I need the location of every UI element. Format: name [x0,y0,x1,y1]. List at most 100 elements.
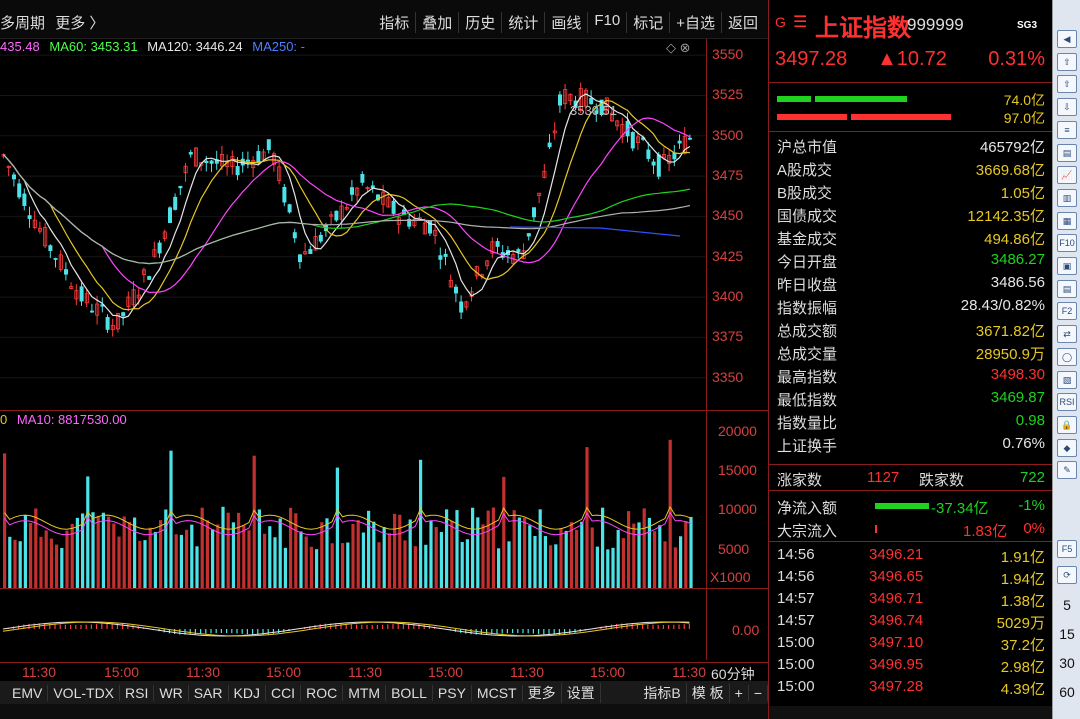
volume-bar [65,530,69,589]
volume-bar [684,520,688,589]
volume-chart[interactable]: 0 MA10: 8817530.00 20000 15000 10000 5000 X… [0,410,768,589]
fold-icon[interactable]: ◀ [1057,30,1077,48]
f5-icon[interactable]: F5 [1057,540,1077,558]
volume-bar [533,535,537,589]
indicator-tab[interactable]: MCST [472,684,523,701]
indicator-tab[interactable]: KDJ [229,684,266,701]
bottom-control-button[interactable]: 模 板 [687,682,730,703]
line-chart-icon[interactable]: 📈 [1057,166,1077,185]
candle-body [105,317,110,330]
arrow-up-icon[interactable]: ⇧ [1057,52,1077,71]
indicator-tab[interactable]: SAR [189,684,229,701]
bottom-control-button[interactable]: 指标B [638,682,687,703]
toolbar-button[interactable]: F10 [587,12,626,33]
table-icon[interactable]: ▦ [1057,211,1077,230]
indicator-tab[interactable]: ROC [301,684,344,701]
price-chart[interactable]: 435.48 MA60: 3453.31 MA120: 3446.24 MA25… [0,39,768,410]
arrow-up-icon[interactable]: ⇧ [1057,75,1077,94]
menu-icon[interactable]: ☰ [793,12,807,32]
block-inflow-label: 大宗流入 [777,523,838,540]
volume-bar [393,513,397,589]
report-icon[interactable]: ▤ [1057,143,1077,162]
volume-bar [127,522,131,589]
tick-price: 3496.74 [869,612,924,629]
toolbar-button[interactable]: 指标 [373,12,415,33]
volume-bar [460,541,464,589]
candle-body [297,254,302,263]
volume-bar [195,546,199,589]
f10-icon[interactable]: F10 [1057,234,1077,253]
period-shortcut[interactable]: 60 [1053,684,1080,700]
toolbar-button[interactable]: +自选 [669,12,721,33]
stat-row: 总成交额 3671.82亿 [769,317,1053,340]
news-icon[interactable]: ▤ [1057,279,1077,298]
volume-bar [439,532,443,589]
block-inflow-row: 大宗流入 1.83亿 0% [769,517,1053,540]
indicator-tab[interactable]: WR [154,684,189,701]
stats-icon[interactable]: ▧ [1057,370,1077,389]
volume-bar [481,524,485,589]
indicator-tab[interactable]: CCI [266,684,302,701]
tick-row: 14:57 3496.71 1.38亿 [769,587,1053,610]
tick-row: 14:56 3496.65 1.94亿 [769,565,1053,588]
toolbar-button[interactable]: 返回 [720,12,764,33]
candle-body [532,207,537,218]
arrow-down-icon[interactable]: ⇩ [1057,98,1077,117]
volume-bar [486,510,490,589]
diamond-icon[interactable]: ◆ [1057,438,1077,457]
indicator-tab[interactable]: VOL-TDX [48,684,121,701]
volume-bar [642,508,646,589]
quote-header: G ☰ 上证指数 999999 SG3 [769,0,1053,42]
lock-icon[interactable]: 🔒 [1057,415,1077,434]
toolbar-button[interactable]: 统计 [501,12,544,33]
toolbar-button[interactable]: 标记 [626,12,669,33]
volume-bar [590,527,594,589]
stat-row: 上证换手 0.76% [769,432,1053,455]
candle-body [22,193,27,207]
kline-icon[interactable]: ▥ [1057,188,1077,207]
bottom-control-button[interactable]: + [730,684,749,701]
indicator-tab[interactable]: PSY [433,684,472,701]
macd-chart[interactable]: 0.00 [0,588,768,662]
indicator-tab[interactable]: BOLL [386,684,433,701]
volume-bar [205,520,209,589]
volume-bar [512,510,516,589]
quote-prices: 3497.28 ▲10.72 0.31% [769,44,1053,78]
volume-axis-label: 15000 [718,462,757,479]
toolbar-button[interactable]: 叠加 [415,12,458,33]
toolbar-button[interactable]: 画线 [544,12,587,33]
stat-row: 今日开盘 3486.27 [769,248,1053,271]
buy-bar [815,96,907,102]
sell-bar [777,114,847,120]
time-axis-label: 11:30 [672,664,706,680]
f2-icon[interactable]: F2 [1057,302,1077,321]
stat-label: B股成交 [777,185,833,202]
refresh-icon[interactable]: ⟳ [1057,566,1077,584]
period-shortcut[interactable]: 5 [1053,597,1080,613]
volume-bar [471,507,475,589]
more-button[interactable]: 更多 〉 [55,15,104,32]
bottom-control-button[interactable]: − [749,684,768,701]
volume-bar [476,517,480,589]
price-axis-label: 3450 [712,207,744,224]
indicator-tab[interactable]: EMV [0,684,49,701]
period-shortcut[interactable]: 15 [1053,626,1080,642]
compare-icon[interactable]: ⇄ [1057,325,1077,344]
multi-period-button[interactable]: 多周期 [0,15,45,32]
list-icon[interactable]: ≡ [1057,120,1077,139]
volume-bar [133,517,137,589]
circle-icon[interactable]: ◯ [1057,347,1077,366]
indicator-tab[interactable]: RSI [120,684,155,701]
volume-axis-label: 20000 [718,422,757,439]
volume-bar [367,510,371,589]
pen-icon[interactable]: ✎ [1057,461,1077,480]
info-icon[interactable]: ▣ [1057,257,1077,275]
period-shortcut[interactable]: 30 [1053,655,1080,671]
toolbar-button[interactable]: 历史 [458,12,501,33]
indicator-tab[interactable]: 设置 [562,682,601,703]
volume-bar [679,536,683,589]
indicator-tab[interactable]: 更多 [523,682,562,703]
indicator-tab[interactable]: MTM [343,684,387,701]
rsi-icon[interactable]: RSI [1057,393,1077,412]
tick-time: 15:00 [777,678,815,695]
